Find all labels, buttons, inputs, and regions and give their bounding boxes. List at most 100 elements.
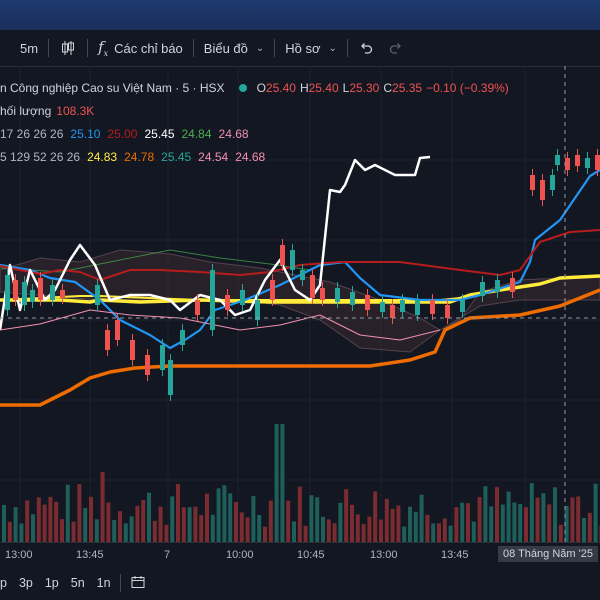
time-axis[interactable]: 13:00 13:45 7 10:00 10:45 13:00 13:45 08…: [0, 542, 600, 567]
interval-button[interactable]: 5m: [0, 30, 45, 66]
range-button[interactable]: 1n: [91, 576, 117, 590]
indicator-1-value: 24.68: [218, 126, 249, 141]
volume-bar: [19, 523, 24, 542]
volume-bar: [25, 500, 30, 542]
indicator-1-value: 24.84: [181, 126, 212, 141]
candle-body: [415, 300, 420, 315]
chart-menu-button[interactable]: Biểu đồ ⌄: [197, 30, 271, 66]
candlestick-icon: [62, 41, 75, 55]
volume-bar: [477, 497, 482, 542]
volume-bar: [483, 486, 488, 542]
redo-icon: [389, 43, 401, 54]
volume-row[interactable]: hối lượng 108.3K: [0, 99, 509, 122]
volume-label: hối lượng: [0, 103, 52, 118]
volume-bar: [454, 507, 459, 542]
legend-panel: n Công nghiệp Cao su Việt Nam · 5 · HSX …: [0, 76, 509, 168]
candle-body: [495, 280, 500, 292]
range-button[interactable]: 1p: [39, 576, 65, 590]
volume-bar: [193, 506, 198, 542]
candle-body: [390, 305, 395, 318]
volume-bar: [500, 504, 505, 542]
toolbar-divider: [274, 39, 276, 57]
indicator-1-value: 25.10: [70, 126, 101, 141]
volume-bar: [199, 515, 204, 542]
indicator-row-1[interactable]: 17 26 26 26 25.10 25.00 25.45 24.84 24.6…: [0, 122, 509, 145]
indicators-button[interactable]: fx Các chỉ báo: [91, 30, 190, 66]
symbol-row[interactable]: n Công nghiệp Cao su Việt Nam · 5 · HSX …: [0, 76, 509, 99]
volume-bar: [402, 526, 407, 542]
candle-body: [510, 278, 515, 292]
volume-bar: [558, 524, 563, 542]
profile-menu-button[interactable]: Hồ sơ ⌄: [278, 30, 344, 66]
symbol-title: n Công nghiệp Cao su Việt Nam · 5 · HSX: [0, 80, 225, 95]
toolbar-divider: [48, 39, 50, 57]
close-value: 25.35: [392, 80, 423, 95]
toolbar-divider: [87, 39, 89, 57]
chart-type-button[interactable]: [52, 30, 84, 66]
open-label: O: [256, 80, 266, 95]
candle-body: [350, 292, 355, 305]
volume-bar: [176, 484, 180, 542]
candle-body: [380, 302, 385, 312]
range-button[interactable]: 3p: [13, 576, 39, 590]
candle-body: [255, 300, 260, 320]
window-title-strip: [0, 0, 600, 30]
market-status-dot: [238, 83, 247, 92]
volume-bar: [297, 486, 302, 542]
candle-body: [310, 275, 315, 298]
price-change: −0.10 (−0.39%): [426, 80, 509, 95]
volume-bar: [83, 508, 88, 542]
volume-bar: [466, 503, 470, 542]
volume-bar: [268, 500, 273, 542]
volume-bar: [89, 496, 93, 542]
candle-body: [575, 155, 580, 166]
undo-button[interactable]: [351, 30, 381, 66]
range-button[interactable]: p: [0, 576, 13, 590]
volume-bar: [489, 506, 494, 542]
volume-bar: [158, 506, 163, 542]
bar-divider: [119, 574, 121, 592]
candle-body: [555, 155, 560, 165]
open-value: 25.40: [265, 80, 296, 95]
volume-bar: [442, 518, 447, 542]
volume-bar: [431, 523, 436, 542]
high-value: 25.40: [308, 80, 339, 95]
volume-bar: [222, 485, 227, 542]
volume-bar: [118, 511, 122, 542]
range-button[interactable]: 5n: [65, 576, 91, 590]
volume-bar: [251, 496, 256, 542]
volume-bar: [582, 518, 586, 542]
volume-bar: [106, 502, 111, 542]
redo-button[interactable]: [381, 30, 411, 66]
candle-body: [30, 290, 35, 302]
volume-bar: [13, 507, 18, 542]
volume-bar: [390, 508, 395, 542]
volume-bar: [413, 511, 418, 542]
indicator-2-value: 24.68: [235, 149, 266, 164]
volume-bar: [541, 493, 546, 542]
volume-bar: [292, 521, 296, 542]
volume-bar: [587, 512, 592, 542]
candle-body: [320, 288, 325, 300]
indicator-row-2[interactable]: 5 129 52 26 26 24.83 24.78 25.45 24.54 2…: [0, 145, 509, 168]
time-tick: 13:00: [370, 549, 398, 561]
volume-bar: [373, 491, 378, 542]
volume-bar: [187, 507, 192, 542]
date-range-calendar-button[interactable]: [124, 574, 152, 593]
candle-body: [460, 300, 465, 312]
volume-bar: [379, 519, 383, 542]
volume-bar: [42, 504, 47, 542]
volume-bar: [332, 523, 337, 542]
volume-bars: [2, 424, 600, 542]
candle-body: [160, 345, 165, 370]
candle-body: [210, 270, 215, 330]
volume-bar: [355, 514, 360, 542]
candle-body: [445, 305, 450, 318]
candle-body: [365, 295, 370, 310]
volume-bar: [129, 516, 134, 542]
candle-body: [290, 250, 295, 270]
time-tick: 13:00: [5, 549, 33, 561]
volume-bar: [321, 516, 325, 542]
candle-body: [22, 282, 27, 305]
volume-bar: [315, 497, 320, 542]
